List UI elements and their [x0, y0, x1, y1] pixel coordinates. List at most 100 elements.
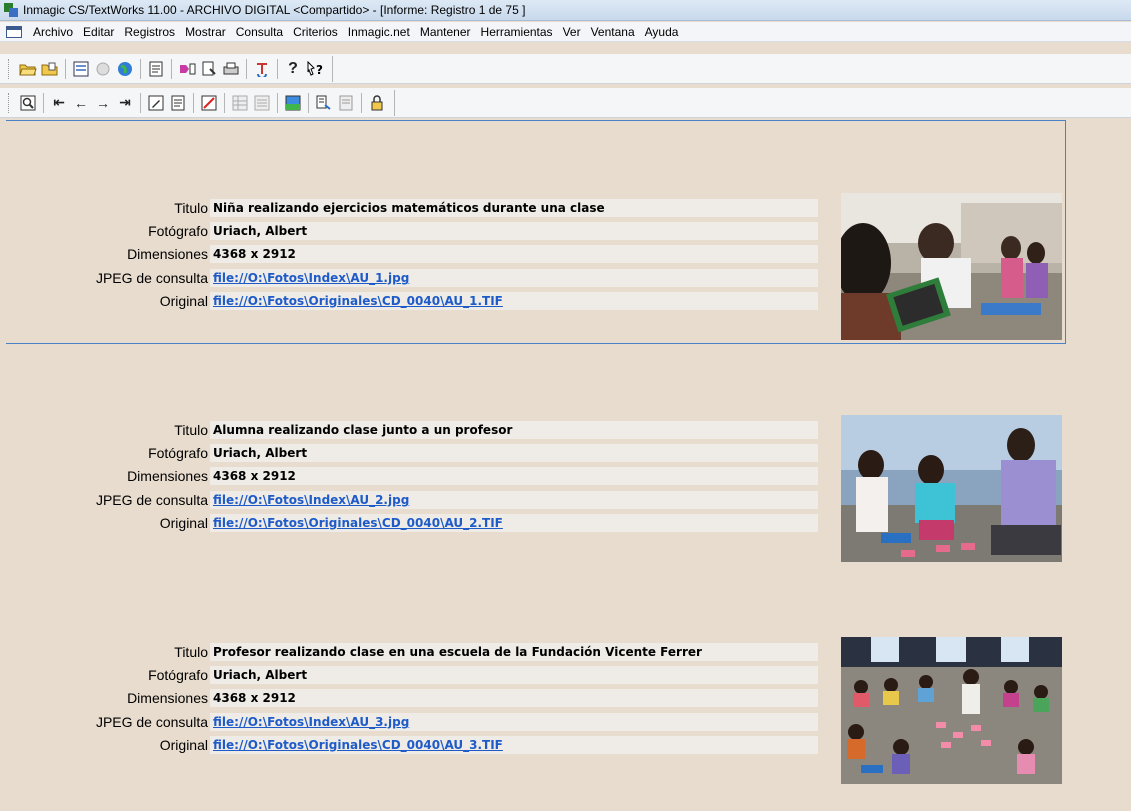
- value-dimensiones: 4368 x 2912: [210, 467, 818, 485]
- label-jpeg: JPEG de consulta: [95, 270, 208, 286]
- field-dimensiones: Dimensiones 4368 x 2912: [0, 467, 820, 486]
- navigation-toolbar: ⇤ ← → ⇥: [0, 88, 1131, 118]
- menu-consulta[interactable]: Consulta: [231, 25, 288, 39]
- menu-inmagic-net[interactable]: Inmagic.net: [343, 25, 415, 39]
- label-original: Original: [159, 737, 208, 753]
- new-record-icon[interactable]: [145, 58, 167, 80]
- disabled-grid-icon: [229, 92, 251, 114]
- copy-record-icon[interactable]: [313, 92, 335, 114]
- menu-editar[interactable]: Editar: [78, 25, 119, 39]
- menu-criterios[interactable]: Criterios: [288, 25, 343, 39]
- label-jpeg: JPEG de consulta: [95, 492, 208, 508]
- toolbar-separator: [171, 58, 172, 79]
- lock-record-icon[interactable]: [366, 92, 388, 114]
- context-help-icon[interactable]: ?: [304, 58, 326, 80]
- next-record-icon[interactable]: →: [92, 92, 114, 114]
- disabled-form-icon: [251, 92, 273, 114]
- label-fotografo: Fotógrafo: [148, 445, 208, 461]
- toolbar-grip[interactable]: [8, 58, 11, 79]
- field-titulo: Titulo Alumna realizando clase junto a u…: [0, 421, 820, 440]
- first-record-icon[interactable]: ⇤: [48, 92, 70, 114]
- document-window-icon[interactable]: [6, 25, 22, 38]
- toolbar-separator: [140, 92, 141, 113]
- last-record-icon[interactable]: ⇥: [114, 92, 136, 114]
- record-photo[interactable]: [841, 637, 1062, 784]
- help-icon[interactable]: ?: [282, 58, 304, 80]
- label-titulo: Titulo: [174, 200, 208, 216]
- menu-ventana[interactable]: Ventana: [586, 25, 640, 39]
- menu-ver[interactable]: Ver: [558, 25, 586, 39]
- field-jpeg: JPEG de consulta file://O:\Fotos\Index\A…: [0, 713, 820, 732]
- label-dimensiones: Dimensiones: [127, 246, 208, 262]
- menu-mostrar[interactable]: Mostrar: [180, 25, 231, 39]
- label-fotografo: Fotógrafo: [148, 223, 208, 239]
- app-icon: [4, 3, 18, 17]
- field-fotografo: Fotógrafo Uriach, Albert: [0, 444, 820, 463]
- field-titulo: Titulo Profesor realizando clase en una …: [0, 643, 820, 662]
- toolbar-separator: [224, 92, 225, 113]
- link-original[interactable]: file://O:\Fotos\Originales\CD_0040\AU_2.…: [210, 514, 818, 532]
- label-dimensiones: Dimensiones: [127, 690, 208, 706]
- report-area[interactable]: Titulo Niña realizando ejercicios matemá…: [0, 120, 1131, 811]
- value-dimensiones: 4368 x 2912: [210, 689, 818, 707]
- label-fotografo: Fotógrafo: [148, 667, 208, 683]
- label-jpeg: JPEG de consulta: [95, 714, 208, 730]
- delete-record-icon[interactable]: [198, 92, 220, 114]
- field-dimensiones: Dimensiones 4368 x 2912: [0, 245, 820, 264]
- open-file-icon[interactable]: [39, 58, 61, 80]
- value-fotografo: Uriach, Albert: [210, 666, 818, 684]
- record-photo[interactable]: [841, 415, 1062, 562]
- zoom-icon[interactable]: [17, 92, 39, 114]
- field-dimensiones: Dimensiones 4368 x 2912: [0, 689, 820, 708]
- field-original: Original file://O:\Fotos\Originales\CD_0…: [0, 736, 820, 755]
- image-icon[interactable]: [282, 92, 304, 114]
- previous-record-icon[interactable]: ←: [70, 92, 92, 114]
- print-icon[interactable]: [220, 58, 242, 80]
- toolbar-end: [332, 55, 333, 82]
- toolbar-separator: [246, 58, 247, 79]
- field-original: Original file://O:\Fotos\Originales\CD_0…: [0, 292, 820, 311]
- record-photo[interactable]: [841, 193, 1062, 340]
- window-title: Inmagic CS/TextWorks 11.00 - ARCHIVO DIG…: [23, 3, 526, 17]
- report-icon[interactable]: [198, 58, 220, 80]
- toolbar-grip[interactable]: [8, 92, 11, 113]
- field-titulo: Titulo Niña realizando ejercicios matemá…: [0, 199, 820, 218]
- open-textbase-icon[interactable]: [17, 58, 39, 80]
- menu-ayuda[interactable]: Ayuda: [640, 25, 684, 39]
- link-original[interactable]: file://O:\Fotos\Originales\CD_0040\AU_3.…: [210, 736, 818, 754]
- value-fotografo: Uriach, Albert: [210, 222, 818, 240]
- menu-registros[interactable]: Registros: [119, 25, 180, 39]
- edit-record-icon[interactable]: [145, 92, 167, 114]
- field-fotografo: Fotógrafo Uriach, Albert: [0, 222, 820, 241]
- field-jpeg: JPEG de consulta file://O:\Fotos\Index\A…: [0, 269, 820, 288]
- refresh-icon[interactable]: [251, 58, 273, 80]
- label-dimensiones: Dimensiones: [127, 468, 208, 484]
- select-records-icon[interactable]: [176, 58, 198, 80]
- main-toolbar: ? ?: [0, 54, 1131, 84]
- link-jpeg[interactable]: file://O:\Fotos\Index\AU_3.jpg: [210, 713, 818, 731]
- title-bar[interactable]: Inmagic CS/TextWorks 11.00 - ARCHIVO DIG…: [0, 0, 1131, 21]
- form-view-icon[interactable]: [70, 58, 92, 80]
- value-dimensiones: 4368 x 2912: [210, 245, 818, 263]
- value-fotografo: Uriach, Albert: [210, 444, 818, 462]
- link-original[interactable]: file://O:\Fotos\Originales\CD_0040\AU_1.…: [210, 292, 818, 310]
- label-original: Original: [159, 515, 208, 531]
- toolbar-separator: [65, 58, 66, 79]
- field-original: Original file://O:\Fotos\Originales\CD_0…: [0, 514, 820, 533]
- toolbar-separator: [308, 92, 309, 113]
- menu-mantener[interactable]: Mantener: [415, 25, 476, 39]
- label-original: Original: [159, 293, 208, 309]
- toolbar-separator: [277, 58, 278, 79]
- link-jpeg[interactable]: file://O:\Fotos\Index\AU_1.jpg: [210, 269, 818, 287]
- link-jpeg[interactable]: file://O:\Fotos\Index\AU_2.jpg: [210, 491, 818, 509]
- new-record-2-icon[interactable]: [167, 92, 189, 114]
- value-titulo: Alumna realizando clase junto a un profe…: [210, 421, 818, 439]
- menu-archivo[interactable]: Archivo: [28, 25, 78, 39]
- toolbar-end: [394, 89, 395, 116]
- toolbar-separator: [193, 92, 194, 113]
- toolbar-separator: [361, 92, 362, 113]
- menu-herramientas[interactable]: Herramientas: [476, 25, 558, 39]
- globe-icon[interactable]: [114, 58, 136, 80]
- field-jpeg: JPEG de consulta file://O:\Fotos\Index\A…: [0, 491, 820, 510]
- label-titulo: Titulo: [174, 422, 208, 438]
